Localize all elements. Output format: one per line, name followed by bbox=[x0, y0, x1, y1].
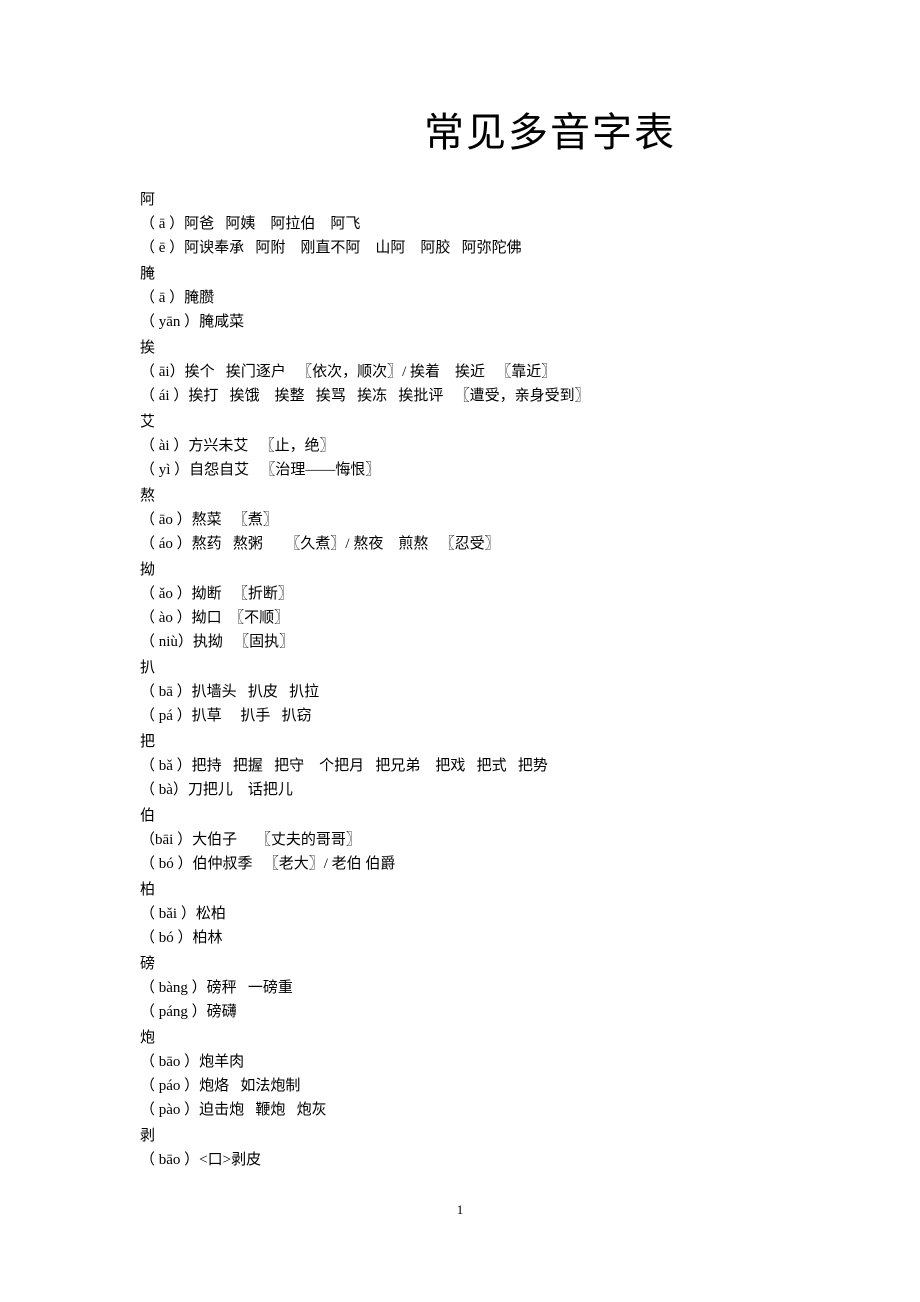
reading-line: （ bāo ）<口>剥皮 bbox=[140, 1148, 780, 1172]
entry-char: 伯 bbox=[140, 804, 780, 828]
reading-line: （ bàng ）磅秤 一磅重 bbox=[140, 976, 780, 1000]
entry-char: 艾 bbox=[140, 410, 780, 434]
entry-char: 挨 bbox=[140, 336, 780, 360]
reading-line: （ áo ）熬药 熬粥 〖久煮〗/ 熬夜 煎熬 〖忍受〗 bbox=[140, 532, 780, 556]
reading-line: （ pào ）迫击炮 鞭炮 炮灰 bbox=[140, 1098, 780, 1122]
content-body: 阿（ ā ）阿爸 阿姨 阿拉伯 阿飞（ ē ）阿谀奉承 阿附 刚直不阿 山阿 阿… bbox=[140, 188, 780, 1172]
entry-char: 磅 bbox=[140, 952, 780, 976]
reading-line: （ bāo ）炮羊肉 bbox=[140, 1050, 780, 1074]
entry-char: 阿 bbox=[140, 188, 780, 212]
reading-line: （ bó ）伯仲叔季 〖老大〗/ 老伯 伯爵 bbox=[140, 852, 780, 876]
reading-line: （ ē ）阿谀奉承 阿附 刚直不阿 山阿 阿胶 阿弥陀佛 bbox=[140, 236, 780, 260]
reading-line: （ bó ）柏林 bbox=[140, 926, 780, 950]
reading-line: （ ǎo ）拗断 〖折断〗 bbox=[140, 582, 780, 606]
reading-line: （ yì ）自怨自艾 〖治理——悔恨〗 bbox=[140, 458, 780, 482]
reading-line: （bāi ）大伯子 〖丈夫的哥哥〗 bbox=[140, 828, 780, 852]
reading-line: （ ā ）阿爸 阿姨 阿拉伯 阿飞 bbox=[140, 212, 780, 236]
entry-char: 扒 bbox=[140, 656, 780, 680]
entry-char: 柏 bbox=[140, 878, 780, 902]
reading-line: （ páng ）磅礴 bbox=[140, 1000, 780, 1024]
reading-line: （ ái ）挨打 挨饿 挨整 挨骂 挨冻 挨批评 〖遭受，亲身受到〗 bbox=[140, 384, 780, 408]
entry-char: 把 bbox=[140, 730, 780, 754]
entry-char: 炮 bbox=[140, 1026, 780, 1050]
page-number: 1 bbox=[140, 1202, 780, 1218]
reading-line: （ bà）刀把儿 话把儿 bbox=[140, 778, 780, 802]
reading-line: （ pá ）扒草 扒手 扒窃 bbox=[140, 704, 780, 728]
reading-line: （ páo ）炮烙 如法炮制 bbox=[140, 1074, 780, 1098]
reading-line: （ āi）挨个 挨门逐户 〖依次，顺次〗/ 挨着 挨近 〖靠近〗 bbox=[140, 360, 780, 384]
reading-line: （ yān ）腌咸菜 bbox=[140, 310, 780, 334]
reading-line: （ bǎi ）松柏 bbox=[140, 902, 780, 926]
reading-line: （ bā ）扒墙头 扒皮 扒拉 bbox=[140, 680, 780, 704]
reading-line: （ ài ）方兴未艾 〖止，绝〗 bbox=[140, 434, 780, 458]
reading-line: （ bǎ ）把持 把握 把守 个把月 把兄弟 把戏 把式 把势 bbox=[140, 754, 780, 778]
entry-char: 熬 bbox=[140, 484, 780, 508]
entry-char: 拗 bbox=[140, 558, 780, 582]
entry-char: 剥 bbox=[140, 1124, 780, 1148]
reading-line: （ āo ）熬菜 〖煮〗 bbox=[140, 508, 780, 532]
page-title: 常见多音字表 bbox=[140, 100, 780, 158]
entry-char: 腌 bbox=[140, 262, 780, 286]
reading-line: （ ā ）腌臜 bbox=[140, 286, 780, 310]
reading-line: （ niù）执拗 〖固执〗 bbox=[140, 630, 780, 654]
reading-line: （ ào ）拗口 〖不顺〗 bbox=[140, 606, 780, 630]
